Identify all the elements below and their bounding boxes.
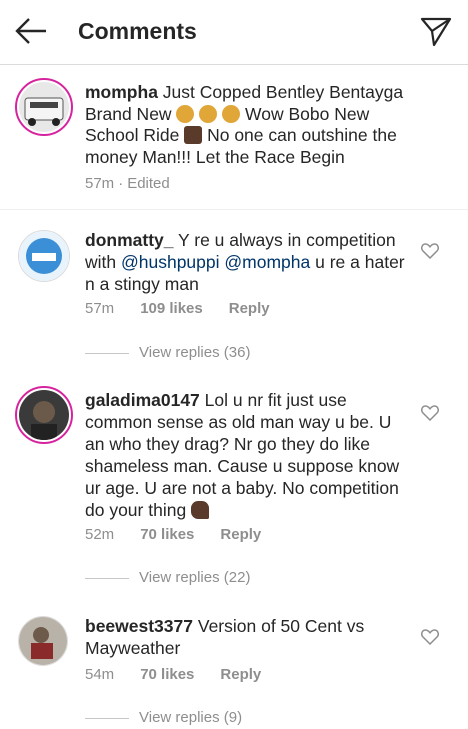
page-title: Comments: [78, 18, 197, 44]
view-replies-link[interactable]: View replies (22): [85, 569, 250, 589]
reply-button[interactable]: Reply: [220, 666, 261, 683]
user-avatar-image: [19, 390, 69, 440]
comment-text: donmatty_ Y re u always in competition w…: [85, 230, 405, 294]
replies-divider-line: [85, 717, 129, 719]
comment-username[interactable]: beewest3377: [85, 616, 193, 636]
back-arrow-icon[interactable]: [14, 16, 48, 46]
caption: mompha Just Copped Bentley Bentayga Bran…: [0, 64, 468, 209]
avatar[interactable]: [18, 230, 70, 282]
avatar[interactable]: [18, 616, 68, 666]
top-bar: Comments: [0, 0, 468, 65]
reply-button[interactable]: Reply: [220, 526, 261, 543]
likes-count[interactable]: 70 likes: [140, 526, 194, 543]
flexed-biceps-emoji: [191, 501, 210, 519]
user-avatar-image: [19, 617, 67, 665]
money-bag-emoji: [222, 104, 241, 123]
heart-outline-icon[interactable]: [421, 629, 439, 645]
comment-time: 54m: [85, 666, 115, 683]
replies-divider-line: [85, 352, 129, 354]
caption-time: 57m: [85, 175, 115, 192]
avatar[interactable]: [15, 386, 73, 444]
comment-meta: 57m 109 likes Reply: [85, 300, 296, 317]
view-replies-link[interactable]: View replies (36): [85, 344, 250, 364]
caption-meta: 57m · Edited: [85, 175, 170, 192]
heart-outline-icon[interactable]: [421, 243, 439, 259]
reply-button[interactable]: Reply: [229, 300, 270, 317]
likes-count[interactable]: 109 likes: [140, 300, 203, 317]
comment-time: 52m: [85, 526, 115, 543]
mention-link[interactable]: @hushpuppi: [121, 252, 220, 272]
comment-item: beewest3377 Version of 50 Cent vs Maywea…: [0, 598, 468, 726]
car-avatar-image: [19, 82, 69, 132]
praying-hands-emoji: [184, 126, 203, 144]
comment-text: beewest3377 Version of 50 Cent vs Maywea…: [85, 616, 365, 658]
replies-divider-line: [85, 577, 129, 579]
comment-meta: 52m 70 likes Reply: [85, 526, 287, 543]
edited-label: Edited: [127, 175, 170, 192]
likes-count[interactable]: 70 likes: [140, 666, 194, 683]
user-avatar-image: [19, 231, 69, 281]
heart-outline-icon[interactable]: [421, 405, 439, 421]
comment-meta: 54m 70 likes Reply: [85, 666, 287, 683]
comment-item: galadima0147 Lol u nr fit just use commo…: [0, 372, 468, 597]
mention-link[interactable]: @mompha: [224, 252, 310, 272]
comment-time: 57m: [85, 300, 115, 317]
comment-item: donmatty_ Y re u always in competition w…: [0, 210, 468, 370]
money-bag-emoji: [199, 104, 218, 123]
view-replies-link[interactable]: View replies (9): [85, 709, 242, 729]
comment-username[interactable]: galadima0147: [85, 390, 200, 410]
paper-plane-icon[interactable]: [420, 15, 452, 47]
avatar[interactable]: [15, 78, 73, 136]
caption-text: mompha Just Copped Bentley Bentayga Bran…: [85, 82, 404, 167]
caption-username[interactable]: mompha: [85, 82, 158, 102]
money-bag-emoji: [176, 104, 195, 123]
comment-username[interactable]: donmatty_: [85, 230, 173, 250]
comment-text: galadima0147 Lol u nr fit just use commo…: [85, 390, 400, 520]
